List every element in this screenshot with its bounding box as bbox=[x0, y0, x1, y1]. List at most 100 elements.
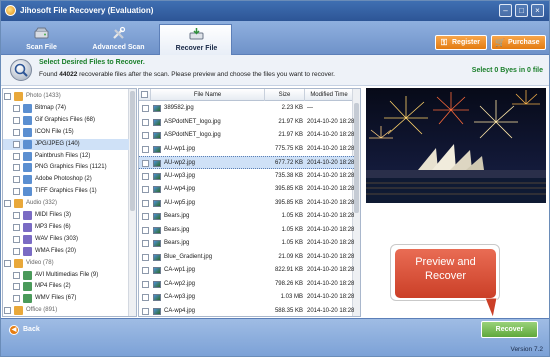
tree-item[interactable]: TIFF Graphics Files (1) bbox=[3, 186, 129, 197]
tree-item[interactable]: AVI Multimedias File (9) bbox=[3, 270, 129, 281]
tree-item-label: Paintbrush Files (12) bbox=[35, 152, 91, 159]
tree-item[interactable]: Gif Graphics Files (68) bbox=[3, 115, 129, 126]
tree-item[interactable]: WMV Files (67) bbox=[3, 293, 129, 304]
tree-item-checkbox[interactable] bbox=[4, 200, 11, 208]
cell-size: 822.91 KB bbox=[274, 267, 303, 273]
tree-item[interactable]: Adobe Photoshop (2) bbox=[3, 174, 129, 185]
row-checkbox[interactable] bbox=[142, 118, 149, 126]
jpg-file-icon bbox=[153, 172, 161, 180]
row-checkbox[interactable] bbox=[142, 226, 149, 234]
row-checkbox[interactable] bbox=[142, 186, 149, 193]
tree-item[interactable]: Bitmap (74) bbox=[3, 103, 129, 114]
row-checkbox[interactable] bbox=[142, 253, 149, 261]
info-bar: Select Desired Files to Recover. Found 4… bbox=[1, 55, 549, 86]
tree-item-checkbox[interactable] bbox=[13, 128, 20, 136]
table-row[interactable]: CA-wp2.jpg 798.26 KB 2014-10-20 18:28:3 bbox=[139, 278, 354, 291]
tree-item-checkbox[interactable] bbox=[13, 164, 20, 172]
maximize-button[interactable]: □ bbox=[515, 4, 528, 17]
tree-item-checkbox[interactable] bbox=[13, 176, 20, 184]
row-checkbox[interactable] bbox=[142, 132, 149, 139]
close-button[interactable]: × bbox=[531, 4, 544, 17]
tree-item-checkbox[interactable] bbox=[13, 235, 20, 243]
tree-item[interactable]: JPG/JPEG (140) bbox=[3, 138, 129, 150]
cell-size: 395.85 KB bbox=[274, 199, 303, 206]
row-checkbox[interactable] bbox=[142, 160, 149, 167]
table-row[interactable]: AU-wp3.jpg 735.38 KB 2014-10-20 18:28:3 bbox=[139, 170, 354, 183]
tree-scroll-thumb[interactable] bbox=[130, 91, 135, 211]
tab-advanced-scan[interactable]: Advanced Scan bbox=[82, 24, 155, 55]
callout-arrow-icon bbox=[484, 298, 498, 320]
header-select-all[interactable] bbox=[139, 89, 151, 101]
tree-item[interactable]: WMA Files (20) bbox=[3, 246, 129, 257]
tree-item-checkbox[interactable] bbox=[13, 188, 20, 196]
row-checkbox[interactable] bbox=[142, 240, 149, 247]
register-button[interactable]: ⚿ Register bbox=[435, 35, 487, 50]
tree-item-checkbox[interactable] bbox=[4, 259, 11, 267]
row-checkbox[interactable] bbox=[142, 280, 149, 288]
row-checkbox[interactable] bbox=[142, 199, 149, 207]
row-checkbox[interactable] bbox=[142, 307, 149, 315]
table-row[interactable]: CA-wp4.jpg 588.35 KB 2014-10-20 18:28:3 bbox=[139, 305, 354, 317]
table-row[interactable]: 389582.jpg 2.23 KB — bbox=[139, 102, 354, 115]
select-all-checkbox[interactable] bbox=[141, 91, 148, 98]
table-row[interactable]: Bears.jpg 1.05 KB 2014-10-20 18:28:5 bbox=[139, 237, 354, 250]
tree-item[interactable]: MIDI Files (3) bbox=[3, 210, 129, 221]
row-checkbox[interactable] bbox=[142, 294, 149, 301]
tree-item-checkbox[interactable] bbox=[13, 223, 20, 231]
row-checkbox[interactable] bbox=[142, 213, 149, 220]
row-checkbox[interactable] bbox=[142, 145, 149, 153]
column-file-name[interactable]: File Name bbox=[151, 89, 265, 101]
tree-item[interactable]: PNG Graphics Files (1121) bbox=[3, 162, 129, 173]
table-row[interactable]: ASPdotNET_logo.jpg 21.97 KB 2014-10-20 18:… bbox=[139, 116, 354, 129]
minimize-button[interactable]: – bbox=[499, 4, 512, 17]
cell-time: — bbox=[307, 105, 313, 111]
tree-item[interactable]: MP3 Files (6) bbox=[3, 222, 129, 233]
tree-item-checkbox[interactable] bbox=[13, 140, 20, 148]
jpg-file-icon bbox=[153, 160, 161, 167]
tree-item-checkbox[interactable] bbox=[13, 271, 20, 279]
tree-item[interactable]: Office (891) bbox=[3, 305, 129, 316]
table-row[interactable]: CA-wp3.jpg 1.03 MB 2014-10-20 18:28:3 bbox=[139, 291, 354, 304]
tree-item-checkbox[interactable] bbox=[4, 93, 11, 100]
tree-item[interactable]: MP4 Files (2) bbox=[3, 281, 129, 292]
row-checkbox[interactable] bbox=[142, 172, 149, 180]
tree-item-label: Video (78) bbox=[26, 259, 54, 266]
table-row[interactable]: CA-wp1.jpg 822.91 KB 2014-10-20 18:28:3 bbox=[139, 264, 354, 277]
cell-time: 2014-10-20 18:28:3 bbox=[307, 172, 354, 179]
table-row[interactable]: Blue_Gradient.jpg 21.09 KB 2014-10-20 18:2… bbox=[139, 251, 354, 264]
tree-item[interactable]: Paintbrush Files (12) bbox=[3, 151, 129, 162]
table-row[interactable]: AU-wp1.jpg 775.75 KB 2014-10-20 18:28:3 bbox=[139, 143, 354, 156]
row-checkbox[interactable] bbox=[142, 105, 149, 112]
table-row[interactable]: AU-wp4.jpg 395.85 KB 2014-10-20 18:28:3 bbox=[139, 183, 354, 196]
tree-item-checkbox[interactable] bbox=[13, 295, 20, 303]
tab-recover-file[interactable]: Recover File bbox=[159, 24, 232, 55]
tree-item[interactable]: ICON File (15) bbox=[3, 127, 129, 138]
column-size[interactable]: Size bbox=[265, 89, 305, 101]
row-checkbox[interactable] bbox=[142, 267, 149, 274]
tree-item[interactable]: WAV Files (303) bbox=[3, 234, 129, 245]
purchase-button[interactable]: 🛒 Purchase bbox=[491, 35, 546, 50]
tree-item-checkbox[interactable] bbox=[13, 247, 20, 255]
recover-button[interactable]: Recover bbox=[481, 321, 538, 338]
audio-icon bbox=[14, 199, 23, 209]
table-row[interactable]: AU-wp2.jpg 677.72 KB 2014-10-20 18:28:3 bbox=[139, 156, 354, 169]
tree-item-checkbox[interactable] bbox=[13, 212, 20, 219]
tab-scan-file[interactable]: Scan File bbox=[5, 24, 78, 55]
tree-item[interactable]: Photo (1433) bbox=[3, 91, 129, 102]
file-list-scroll-thumb[interactable] bbox=[354, 103, 359, 213]
table-row[interactable]: AU-wp5.jpg 395.85 KB 2014-10-20 18:28:3 bbox=[139, 197, 354, 210]
column-modified-time[interactable]: Modified Time bbox=[305, 89, 354, 101]
tree-item[interactable]: Video (78) bbox=[3, 258, 129, 269]
table-row[interactable]: ASPdotNET_logo.jpg 21.97 KB 2014-10-20 18:… bbox=[139, 129, 354, 142]
tree-item[interactable]: Audio (332) bbox=[3, 198, 129, 209]
tree-item-checkbox[interactable] bbox=[13, 104, 20, 112]
table-row[interactable]: Bears.jpg 1.05 KB 2014-10-20 18:28:5 bbox=[139, 224, 354, 237]
tree-item-checkbox[interactable] bbox=[13, 152, 20, 160]
tree-item-checkbox[interactable] bbox=[4, 307, 11, 315]
table-row[interactable]: Bears.jpg 1.05 KB 2014-10-20 18:28:5 bbox=[139, 210, 354, 223]
back-button[interactable]: ◀ Back bbox=[9, 323, 40, 337]
tree-scrollbar[interactable] bbox=[128, 89, 136, 316]
tree-item-checkbox[interactable] bbox=[13, 116, 20, 124]
tree-item-checkbox[interactable] bbox=[13, 283, 20, 291]
cell-size: 775.75 KB bbox=[274, 145, 303, 152]
